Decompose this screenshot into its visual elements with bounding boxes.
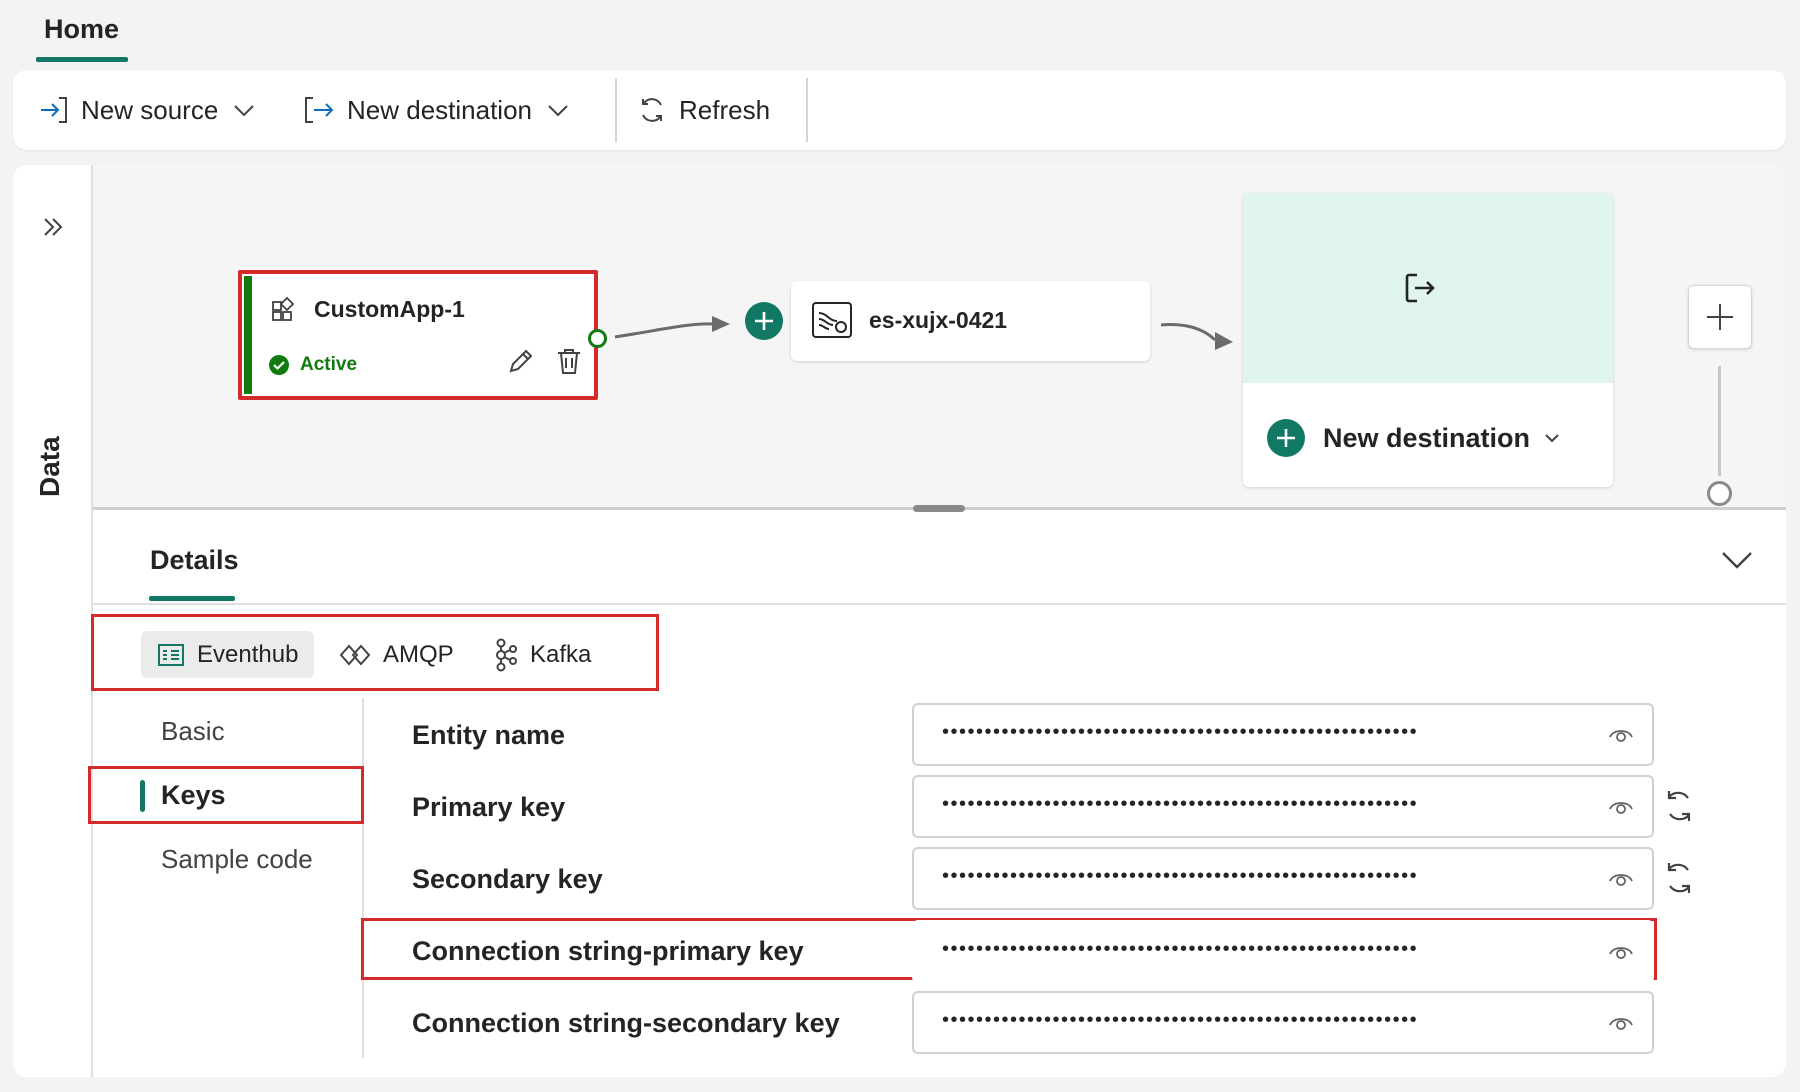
primary-key-field[interactable]: ••••••••••••••••••••••••••••••••••••••••… <box>912 775 1654 838</box>
secondary-key-value: ••••••••••••••••••••••••••••••••••••••••… <box>942 865 1419 887</box>
entity-name-field[interactable]: ••••••••••••••••••••••••••••••••••••••••… <box>912 703 1654 766</box>
connection-string-secondary-field[interactable]: ••••••••••••••••••••••••••••••••••••••••… <box>912 991 1654 1054</box>
destination-node-preview <box>1243 193 1613 383</box>
new-destination-dropdown[interactable]: New destination <box>1267 419 1560 457</box>
connection-string-primary-value: ••••••••••••••••••••••••••••••••••••••••… <box>942 938 1419 960</box>
entity-name-value: ••••••••••••••••••••••••••••••••••••••••… <box>942 721 1419 743</box>
connection-string-primary-label: Connection string-primary key <box>412 936 804 966</box>
connector-endpoint[interactable] <box>1707 481 1732 506</box>
tab-amqp-label: AMQP <box>383 640 454 668</box>
custom-app-icon <box>270 296 298 329</box>
nav-keys[interactable]: Keys <box>161 780 226 811</box>
add-node-button[interactable] <box>1688 285 1752 349</box>
source-node-accent <box>244 276 252 394</box>
source-output-port[interactable] <box>588 329 607 348</box>
edit-icon[interactable] <box>506 346 536 381</box>
eye-icon[interactable] <box>1608 868 1634 893</box>
primary-key-label: Primary key <box>412 792 566 822</box>
eventhub-icon <box>157 643 185 667</box>
delete-icon[interactable] <box>554 346 584 381</box>
nav-basic[interactable]: Basic <box>161 716 225 747</box>
tab-details-indicator <box>149 596 235 601</box>
tab-amqp[interactable]: AMQP <box>323 631 470 678</box>
tab-kafka[interactable]: Kafka <box>476 631 607 678</box>
amqp-icon <box>339 643 371 666</box>
source-node-status: Active <box>300 354 358 375</box>
entity-name-label: Entity name <box>412 720 566 750</box>
checkmark-circle-icon <box>268 354 290 381</box>
eye-icon[interactable] <box>1608 724 1634 749</box>
sign-out-icon <box>1403 271 1437 310</box>
tab-eventhub[interactable]: Eventhub <box>141 631 315 678</box>
tab-details[interactable]: Details <box>150 545 239 576</box>
connection-string-secondary-label: Connection string-secondary key <box>412 1008 840 1038</box>
chevron-down-icon <box>1544 430 1560 446</box>
details-divider <box>93 603 1786 605</box>
source-node[interactable]: CustomApp-1 Active <box>238 270 598 400</box>
keys-highlight <box>88 766 364 824</box>
eventstream-node-title: es-xujx-0421 <box>869 307 1008 333</box>
eye-icon[interactable] <box>1608 1012 1634 1037</box>
connector-line <box>1718 366 1721 476</box>
kafka-icon <box>492 638 518 672</box>
nav-keys-indicator <box>140 780 145 812</box>
eye-icon[interactable] <box>1608 796 1634 821</box>
primary-key-value: ••••••••••••••••••••••••••••••••••••••••… <box>942 793 1419 815</box>
eventstream-node[interactable]: es-xujx-0421 <box>791 281 1150 361</box>
details-nav-divider <box>362 698 364 1058</box>
add-operation-button[interactable] <box>745 302 783 340</box>
add-destination-icon <box>1267 419 1305 457</box>
eye-icon[interactable] <box>1608 941 1634 966</box>
regenerate-primary-key-icon[interactable] <box>1662 788 1696 829</box>
source-node-title: CustomApp-1 <box>314 296 465 322</box>
tab-kafka-label: Kafka <box>530 640 592 668</box>
secondary-key-field[interactable]: ••••••••••••••••••••••••••••••••••••••••… <box>912 847 1654 910</box>
regenerate-secondary-key-icon[interactable] <box>1662 860 1696 901</box>
destination-node[interactable]: New destination <box>1243 193 1613 487</box>
connection-string-secondary-value: ••••••••••••••••••••••••••••••••••••••••… <box>942 1009 1419 1031</box>
tab-eventhub-label: Eventhub <box>197 640 299 668</box>
secondary-key-label: Secondary key <box>412 864 603 894</box>
chevron-down-icon[interactable] <box>1720 548 1754 577</box>
connection-string-primary-field[interactable]: ••••••••••••••••••••••••••••••••••••••••… <box>912 920 1654 983</box>
nav-sample-code[interactable]: Sample code <box>161 844 313 875</box>
new-destination-node-label: New destination <box>1323 422 1531 453</box>
eventstream-icon <box>811 299 853 346</box>
